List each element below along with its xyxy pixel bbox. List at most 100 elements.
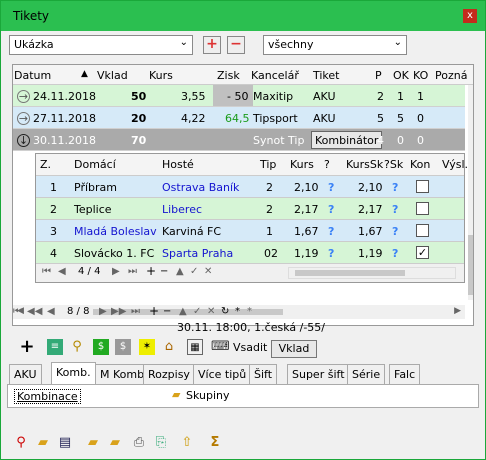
detail-row[interactable]: 3 Mladá Boleslav Karviná FC 1 1,67 ? 1,6… — [36, 220, 464, 242]
col-poznamka[interactable]: Pozná — [435, 69, 467, 82]
list-icon[interactable]: ≡ — [47, 339, 63, 355]
help-icon[interactable]: ? — [392, 247, 398, 260]
col-ok[interactable]: OK — [393, 69, 409, 82]
edit-record-icon[interactable]: ▲ — [179, 306, 187, 317]
prev-record-icon[interactable]: ◀ — [58, 266, 66, 277]
col-kurs[interactable]: Kurs — [290, 158, 314, 171]
close-icon[interactable]: x — [463, 9, 477, 23]
col-hoste[interactable]: Hosté — [162, 158, 194, 171]
detail-row[interactable]: 4 Slovácko 1. FC Sparta Praha 02 1,19 ? … — [36, 242, 464, 264]
first-record-icon[interactable]: ⏮ — [42, 266, 51, 277]
col-qsk[interactable]: ?Sk — [384, 158, 403, 171]
next-record-icon[interactable]: ▶ — [99, 306, 107, 317]
help-icon[interactable]: ? — [328, 247, 334, 260]
help-icon[interactable]: ? — [328, 225, 334, 238]
delete-record-icon[interactable]: − — [160, 266, 168, 277]
runner-icon[interactable]: ✶ — [139, 339, 155, 355]
money-icon[interactable]: $ — [93, 339, 109, 355]
prev-record-icon[interactable]: ◀ — [47, 306, 55, 317]
refresh-icon[interactable]: ↻ — [221, 306, 229, 317]
arrow-down-icon[interactable]: ↓ — [17, 134, 30, 147]
last-record-icon[interactable]: ⏭ — [131, 306, 140, 317]
help-icon[interactable]: ? — [392, 181, 398, 194]
table-row[interactable]: → 27.11.2018 20 4,22 64,5 Tipsport AKU 5… — [13, 107, 465, 129]
money-gray-icon[interactable]: $ — [115, 339, 131, 355]
export-icon[interactable]: ▰ — [85, 435, 101, 451]
print-preview-icon[interactable]: ⎘ — [153, 435, 169, 451]
detail-domaci[interactable]: Mladá Boleslav — [74, 225, 157, 238]
add-profile-button[interactable]: + — [203, 36, 221, 54]
help-icon[interactable]: ? — [328, 181, 334, 194]
detail-hoste[interactable]: Liberec — [162, 203, 202, 216]
remove-profile-button[interactable]: − — [227, 36, 245, 54]
col-q[interactable]: ? — [324, 158, 330, 171]
add-record-icon[interactable]: + — [149, 304, 159, 318]
col-tiket[interactable]: Tiket — [313, 69, 340, 82]
cancel-record-icon[interactable]: ✕ — [204, 266, 212, 277]
bookmark-icon[interactable]: * — [235, 306, 240, 317]
print-icon[interactable]: ⎙ — [131, 435, 147, 451]
scroll-right-icon[interactable]: ▶ — [454, 306, 461, 316]
kon-checkbox-checked[interactable]: ✓ — [416, 246, 429, 259]
col-kurssk[interactable]: KursSk — [346, 158, 383, 171]
kon-checkbox[interactable] — [416, 224, 429, 237]
grid-vscrollbar[interactable] — [468, 85, 473, 300]
first-record-icon[interactable]: ⏮ — [13, 306, 22, 317]
sum-icon[interactable]: Σ — [207, 435, 223, 451]
cancel-record-icon[interactable]: ✕ — [207, 306, 215, 317]
search-icon[interactable]: ⚲ — [69, 339, 85, 355]
help-icon[interactable]: ? — [392, 203, 398, 216]
col-ko[interactable]: KO — [413, 69, 428, 82]
vklad-button[interactable]: Vklad — [271, 340, 317, 358]
profile-select[interactable]: Ukázka ⌄ — [9, 35, 193, 55]
arrow-right-icon[interactable]: → — [17, 112, 30, 125]
status-filter-select[interactable]: všechny ⌄ — [263, 35, 407, 55]
kombinace-link[interactable]: Kombinace — [14, 389, 81, 404]
scroll-thumb[interactable] — [295, 270, 405, 276]
tab-sift[interactable]: Šift — [249, 364, 278, 384]
upload-icon[interactable]: ⇧ — [179, 435, 195, 451]
tab-rozpisy[interactable]: Rozpisy — [143, 364, 195, 384]
detail-hoste[interactable]: Sparta Praha — [162, 247, 233, 260]
col-zisk[interactable]: Zisk — [217, 69, 240, 82]
keyboard-icon[interactable]: ⌨ — [211, 339, 230, 355]
next-record-icon[interactable]: ▶ — [112, 266, 120, 277]
tab-serie[interactable]: Série — [347, 364, 386, 384]
table-row[interactable]: → 24.11.2018 50 3,55 - 50 Maxitip AKU 2 … — [13, 85, 465, 107]
col-kurs[interactable]: Kurs — [149, 69, 173, 82]
vsadit-label[interactable]: Vsadit — [233, 341, 267, 354]
detail-row[interactable]: 2 Teplice Liberec 2 2,17 ? 2,17 ? — [36, 198, 464, 220]
col-domaci[interactable]: Domácí — [74, 158, 116, 171]
col-kancelar[interactable]: Kancelář — [251, 69, 299, 82]
col-vysl[interactable]: Výsl. — [442, 158, 468, 171]
scroll-thumb[interactable] — [468, 235, 473, 295]
help-icon[interactable]: ? — [328, 203, 334, 216]
search-add-icon[interactable]: ⚲ — [13, 435, 29, 451]
tab-falc[interactable]: Falc — [389, 364, 421, 384]
tab-aku[interactable]: AKU — [9, 364, 42, 384]
post-record-icon[interactable]: ✓ — [190, 266, 198, 277]
detail-hoste[interactable]: Ostrava Baník — [162, 181, 239, 194]
col-vklad[interactable]: Vklad — [97, 69, 128, 82]
edit-record-icon[interactable]: ▲ — [176, 266, 184, 277]
calendar-icon[interactable]: ▦ — [187, 339, 203, 355]
col-z[interactable]: Z. — [40, 158, 51, 171]
prev-page-icon[interactable]: ◀◀ — [27, 306, 42, 317]
tab-super-sift[interactable]: Super šift — [287, 364, 350, 384]
add-icon[interactable]: + — [19, 338, 35, 356]
tab-komb[interactable]: Komb. — [51, 362, 96, 384]
import-icon[interactable]: ▰ — [107, 435, 123, 451]
report-icon[interactable]: ▤ — [57, 435, 73, 451]
delete-record-icon[interactable]: − — [163, 306, 171, 317]
col-p[interactable]: P — [375, 69, 382, 82]
kon-checkbox[interactable] — [416, 202, 429, 215]
table-row-selected[interactable]: ↓ 30.11.2018 70 Synot Tip Kombinátor 4 0… — [13, 129, 465, 151]
detail-row[interactable]: 1 Příbram Ostrava Baník 2 2,10 ? 2,10 ? — [36, 176, 464, 198]
help-icon[interactable]: ? — [392, 225, 398, 238]
col-datum[interactable]: Datum — [14, 69, 51, 82]
tab-m-komb[interactable]: M Komb — [95, 364, 150, 384]
add-record-icon[interactable]: + — [146, 264, 156, 278]
arrow-right-icon[interactable]: → — [17, 90, 30, 103]
col-kon[interactable]: Kon — [410, 158, 430, 171]
clear-bookmark-icon[interactable]: * — [247, 306, 252, 317]
